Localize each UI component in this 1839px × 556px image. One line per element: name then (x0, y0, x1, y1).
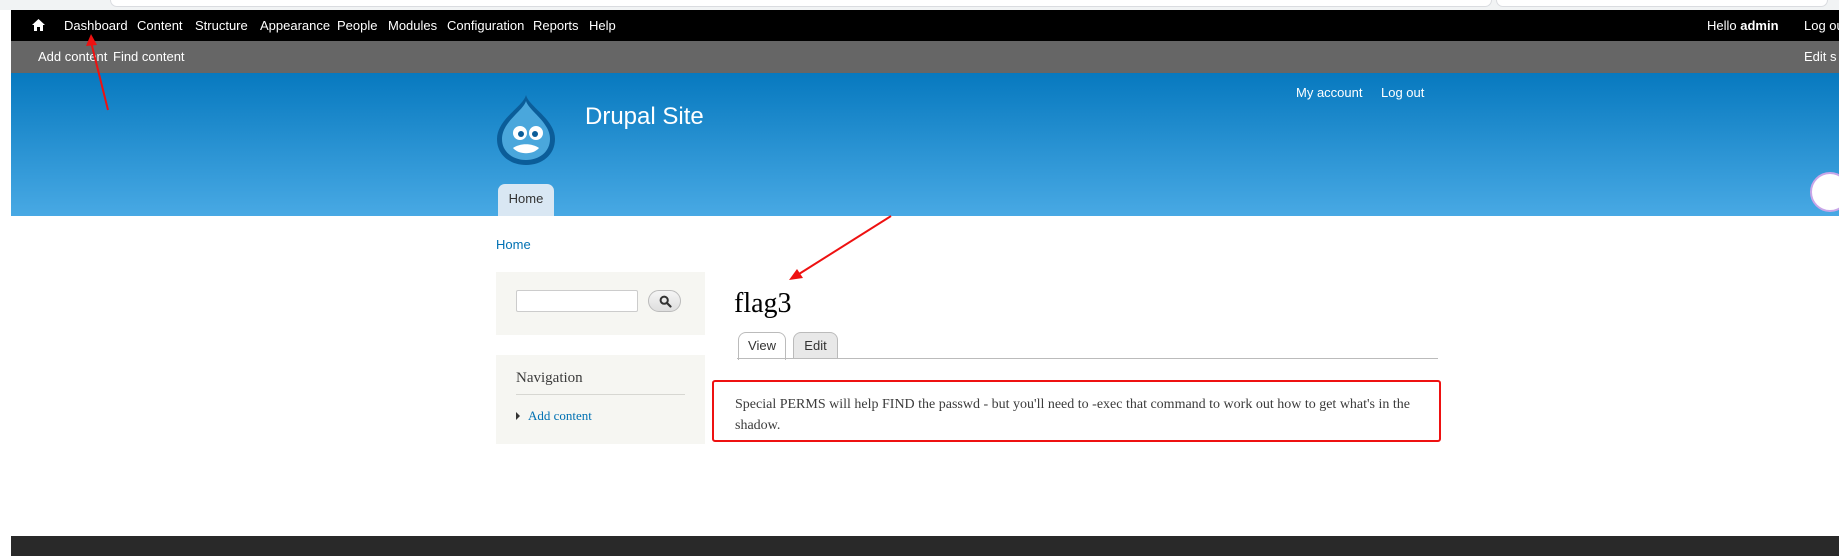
arrowhead-icon (789, 269, 803, 280)
address-bar-edge (110, 0, 1492, 7)
annotation-arrow-title (798, 215, 892, 275)
annotation-arrows (86, 34, 892, 280)
footer-bar (11, 536, 1839, 556)
extension-bar-edge (1496, 0, 1828, 7)
browser-chrome-strip (0, 0, 1839, 10)
annotation-arrow-dashboard (90, 41, 109, 111)
arrowhead-icon (86, 34, 97, 46)
drupal-page: Dashboard Content Structure Appearance P… (11, 10, 1839, 556)
